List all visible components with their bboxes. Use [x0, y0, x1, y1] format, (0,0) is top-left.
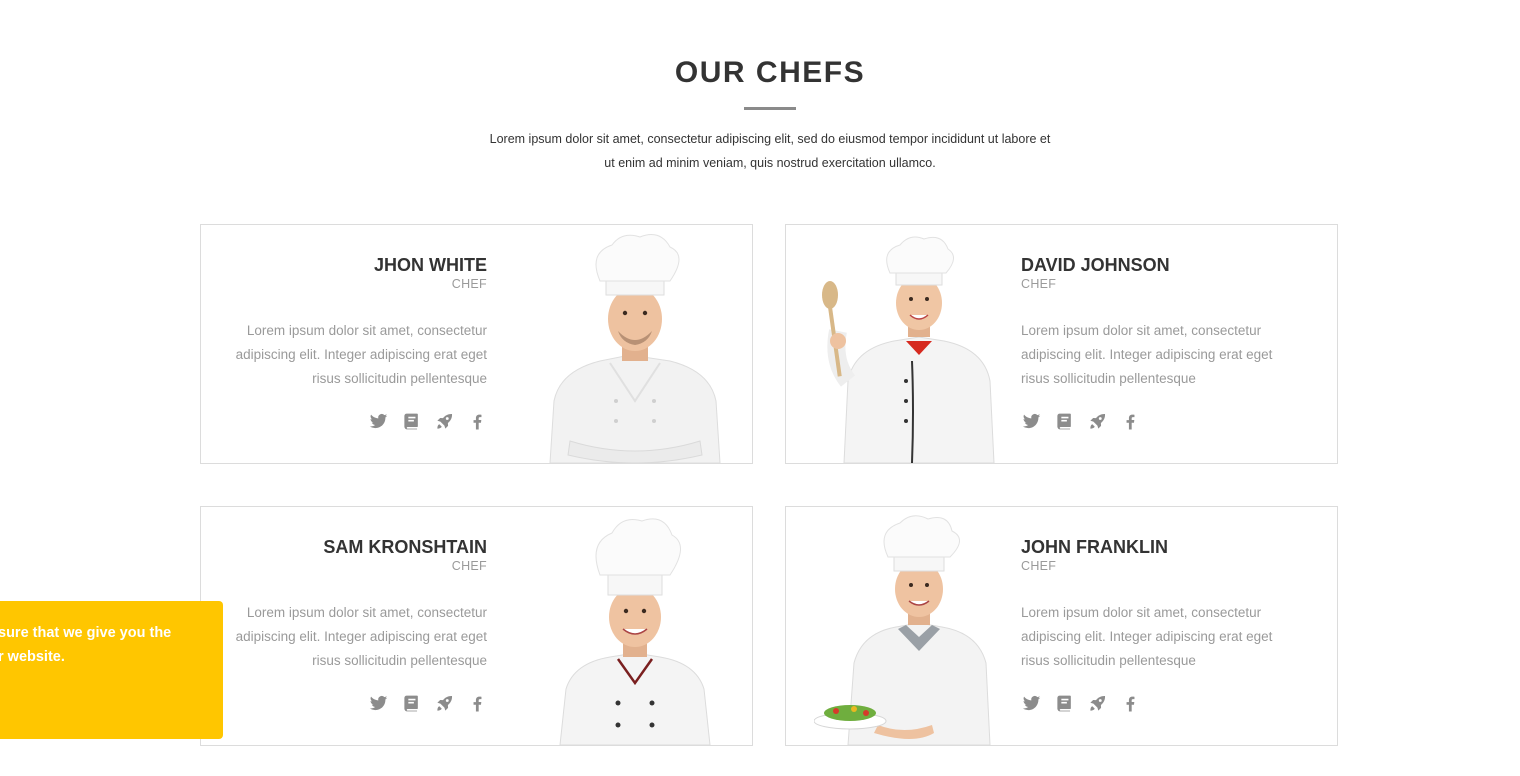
chef-info: DAVID JOHNSON CHEF Lorem ipsum dolor sit… — [1021, 253, 1281, 431]
rocket-icon[interactable] — [434, 693, 454, 713]
twitter-icon[interactable] — [368, 411, 388, 431]
chef-photo — [530, 231, 740, 463]
chef-name: SAM KRONSHTAIN — [323, 537, 487, 557]
chef-photo — [814, 231, 1024, 463]
cookie-notice[interactable]: sure that we give you the r website. — [0, 601, 223, 739]
twitter-icon[interactable] — [368, 693, 388, 713]
chef-bio: Lorem ipsum dolor sit amet, consectetur … — [1021, 605, 1273, 668]
chef-role: CHEF — [451, 277, 487, 291]
chef-role: CHEF — [451, 559, 487, 573]
rocket-icon[interactable] — [1087, 411, 1107, 431]
book-icon[interactable] — [1054, 411, 1074, 431]
twitter-icon[interactable] — [1021, 411, 1041, 431]
chef-info: SAM KRONSHTAIN CHEF Lorem ipsum dolor si… — [227, 535, 487, 713]
chef-info: JHON WHITE CHEF Lorem ipsum dolor sit am… — [227, 253, 487, 431]
chef-name: JHON WHITE — [373, 255, 487, 275]
chef-photo — [814, 513, 1024, 745]
social-links — [1021, 693, 1281, 713]
chef-photo — [530, 513, 740, 745]
facebook-icon[interactable] — [467, 411, 487, 431]
chef-card-david-johnson: DAVID JOHNSON CHEF Lorem ipsum dolor sit… — [785, 224, 1338, 464]
social-links — [227, 693, 487, 713]
section-title: OUR CHEFS — [674, 56, 866, 89]
section-intro: Lorem ipsum dolor sit amet, consectetur … — [470, 127, 1070, 175]
facebook-icon[interactable] — [1120, 411, 1140, 431]
chef-role: CHEF — [1021, 559, 1057, 573]
rocket-icon[interactable] — [434, 411, 454, 431]
title-divider — [744, 107, 796, 110]
chef-info: JOHN FRANKLIN CHEF Lorem ipsum dolor sit… — [1021, 535, 1281, 713]
chef-name: DAVID JOHNSON — [1021, 255, 1170, 275]
chef-card-sam-kronshtain: SAM KRONSHTAIN CHEF Lorem ipsum dolor si… — [200, 506, 753, 746]
book-icon[interactable] — [401, 411, 421, 431]
twitter-icon[interactable] — [1021, 693, 1041, 713]
facebook-icon[interactable] — [467, 693, 487, 713]
chef-card-jhon-white: JHON WHITE CHEF Lorem ipsum dolor sit am… — [200, 224, 753, 464]
cookie-notice-line-1: sure that we give you the — [0, 625, 172, 641]
intro-line-1: Lorem ipsum dolor sit amet, consectetur … — [489, 132, 1051, 146]
book-icon[interactable] — [401, 693, 421, 713]
cookie-notice-line-2: r website. — [0, 649, 65, 665]
intro-line-2: ut enim ad minim veniam, quis nostrud ex… — [604, 156, 936, 170]
chef-bio: Lorem ipsum dolor sit amet, consectetur … — [1021, 323, 1273, 386]
chef-name: JOHN FRANKLIN — [1021, 537, 1168, 557]
social-links — [1021, 411, 1281, 431]
rocket-icon[interactable] — [1087, 693, 1107, 713]
chef-card-john-franklin: JOHN FRANKLIN CHEF Lorem ipsum dolor sit… — [785, 506, 1338, 746]
chef-bio: Lorem ipsum dolor sit amet, consectetur … — [235, 323, 487, 386]
facebook-icon[interactable] — [1120, 693, 1140, 713]
book-icon[interactable] — [1054, 693, 1074, 713]
chef-bio: Lorem ipsum dolor sit amet, consectetur … — [235, 605, 487, 668]
chef-role: CHEF — [1021, 277, 1057, 291]
social-links — [227, 411, 487, 431]
